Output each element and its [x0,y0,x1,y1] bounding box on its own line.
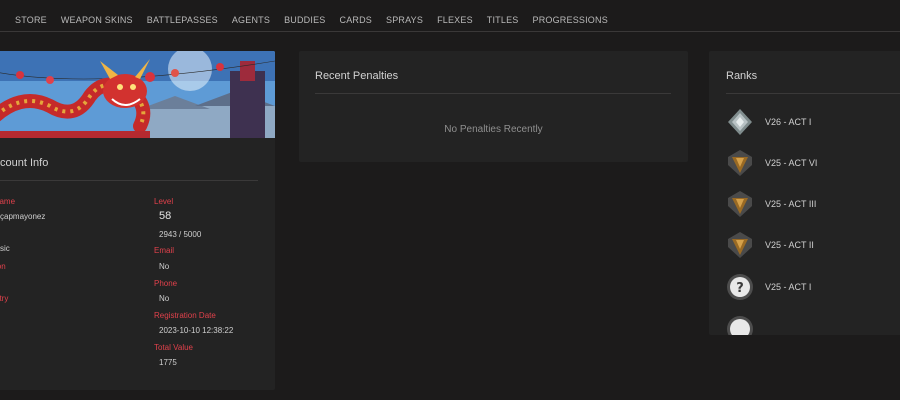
country-label: ntry [0,294,9,303]
rank-label: V25 - ACT I [765,282,812,292]
registration-date-label: Registration Date [154,311,216,320]
bronze-rank-icon [728,232,752,258]
registration-date-value: 2023-10-10 12:38:22 [159,326,234,335]
nav-item-sprays[interactable]: SPRAYS [386,15,423,26]
rank-item[interactable]: V25 - ACT III [726,190,900,220]
rank-label: V25 - ACT III [765,199,817,209]
account-type-value: sic [0,244,10,253]
bronze-rank-icon [728,150,752,176]
nav-items: STORE WEAPON SKINS BATTLEPASSES AGENTS B… [15,15,608,26]
nav-item-buddies[interactable]: BUDDIES [284,15,325,26]
region-label: ion [0,262,6,271]
nav-item-flexes[interactable]: FLEXES [437,15,473,26]
rank-item[interactable]: V25 - ACT VI [726,149,900,179]
rank-item[interactable]: V26 - ACT I [726,108,900,138]
rank-item[interactable]: V25 - ACT II [726,231,900,261]
ranks-title: Ranks [726,70,758,82]
iron-rank-icon [728,109,752,135]
rank-label: V25 - ACT VI [765,158,818,168]
account-info-divider [0,180,258,181]
dragon-banner-image [0,51,275,138]
player-card-banner [0,51,275,138]
nav-item-battlepasses[interactable]: BATTLEPASSES [147,15,218,26]
nav-item-cards[interactable]: CARDS [340,15,373,26]
username-label: name [0,197,16,206]
nav-item-weapon-skins[interactable]: WEAPON SKINS [61,15,133,26]
phone-label: Phone [154,279,178,288]
bronze-rank-icon [728,191,752,217]
top-navigation: STORE WEAPON SKINS BATTLEPASSES AGENTS B… [0,0,900,32]
level-value: 58 [159,210,172,222]
account-info-panel: count Info name çapmayonez ​ sic ion ntr… [0,51,275,390]
email-label: Email [154,246,175,255]
total-value-label: Total Value [154,343,193,352]
rank-item[interactable] [726,315,900,335]
rank-label: V26 - ACT I [765,117,812,127]
nav-item-agents[interactable]: AGENTS [232,15,270,26]
ranks-panel: Ranks V26 - ACT I V25 - ACT VI V25 - ACT… [709,51,900,335]
nav-item-titles[interactable]: TITLES [487,15,519,26]
recent-penalties-divider [315,93,671,94]
no-penalties-message: No Penalties Recently [444,124,543,135]
recent-penalties-title: Recent Penalties [315,70,399,82]
svg-text:?: ? [736,281,744,296]
ranks-divider [726,93,900,94]
phone-value: No [159,294,170,303]
total-value-value: 1775 [159,358,177,367]
unranked-icon [727,316,753,335]
email-value: No [159,262,170,271]
rank-item[interactable]: ? V25 - ACT I [726,273,900,303]
level-label: Level [154,197,174,206]
username-value: çapmayonez [0,212,46,221]
account-info-title: count Info [0,157,49,169]
recent-penalties-panel: Recent Penalties No Penalties Recently [299,51,688,162]
unranked-icon: ? [727,274,753,300]
nav-item-store[interactable]: STORE [15,15,47,26]
level-progress-value: 2943 / 5000 [159,230,202,239]
nav-item-progressions[interactable]: PROGRESSIONS [533,15,608,26]
rank-label: V25 - ACT II [765,240,814,250]
